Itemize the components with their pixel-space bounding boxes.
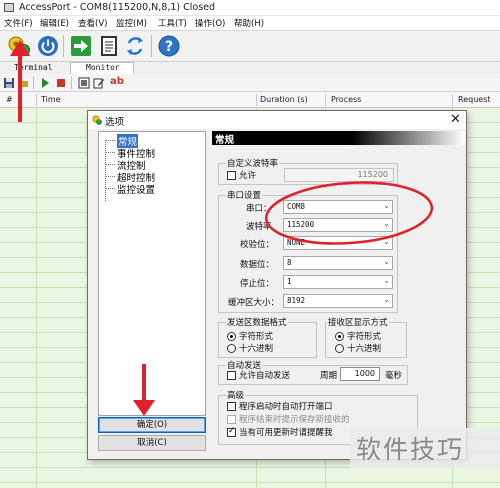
edit-icon[interactable] <box>93 77 105 89</box>
monitor-table-header: # Time Duration (s) Process Request <box>0 92 500 108</box>
send-char-label: 字符形式 <box>239 332 274 342</box>
power-icon[interactable] <box>36 34 60 58</box>
dialog-gear-icon <box>92 115 102 125</box>
custom-baud-group-label: 自定义波特率 <box>226 157 280 169</box>
recv-char-radio[interactable] <box>335 332 344 341</box>
col-header-time[interactable]: Time <box>41 95 61 104</box>
red-down-arrow-icon <box>133 364 155 416</box>
menu-operation[interactable]: 操作(O) <box>195 17 225 29</box>
ok-button[interactable]: 确定(O) <box>98 417 206 433</box>
recv-format-group-label: 接收区显示方式 <box>327 316 389 328</box>
grid-column-line <box>36 108 37 488</box>
cancel-button[interactable]: 取消(C) <box>98 435 206 451</box>
check-update-checkbox[interactable] <box>227 426 236 437</box>
main-toolbar: ? <box>0 30 500 62</box>
column-divider <box>325 94 326 106</box>
data-bits-value: 8 <box>287 258 292 267</box>
svg-text:?: ? <box>165 39 173 55</box>
stop-bits-select[interactable]: 1 ⌄ <box>283 275 393 289</box>
monitor-toolbar: ab <box>0 74 500 92</box>
auto-send-label: 允许自动发送 <box>239 371 291 381</box>
enter-arrow-icon[interactable] <box>69 34 93 58</box>
menu-monitor[interactable]: 监控(M) <box>116 17 147 29</box>
help-icon[interactable]: ? <box>157 34 181 58</box>
toolbar-separator <box>71 77 72 89</box>
section-header: 常规 <box>212 131 465 146</box>
watermark-text: 软件技巧 <box>356 435 465 464</box>
menu-view[interactable]: 查看(V) <box>78 17 107 29</box>
col-header-request[interactable]: Request <box>458 95 491 104</box>
recv-hex-radio[interactable] <box>335 344 344 353</box>
chevron-down-icon: ⌄ <box>383 276 390 285</box>
stop-icon[interactable] <box>56 77 66 89</box>
data-bits-label: 数据位： <box>240 260 275 270</box>
auto-send-checkbox[interactable] <box>227 371 236 380</box>
window-title: AccessPort - COM8(115200,N,8,1) Closed <box>19 2 216 13</box>
stop-bits-value: 1 <box>287 277 292 286</box>
stop-bits-label: 停止位： <box>240 279 275 289</box>
app-icon <box>4 3 14 12</box>
toolbar-separator <box>33 77 34 89</box>
view-tabs: Terminal Monitor <box>0 62 500 74</box>
highlight-ellipse <box>264 181 434 245</box>
title-bar: AccessPort - COM8(115200,N,8,1) Closed <box>0 0 500 16</box>
data-bits-select[interactable]: 8 ⌄ <box>283 256 393 270</box>
send-char-radio[interactable] <box>227 332 236 341</box>
swap-arrows-icon[interactable] <box>123 34 147 58</box>
col-header-duration[interactable]: Duration (s) <box>260 95 308 104</box>
period-input[interactable]: 1000 <box>340 367 380 381</box>
menu-help[interactable]: 帮助(H) <box>234 17 264 29</box>
buffer-size-value: 8192 <box>287 296 306 305</box>
dialog-title: 选项 <box>105 117 125 128</box>
column-divider <box>36 94 37 106</box>
menu-file[interactable]: 文件(F) <box>4 17 33 29</box>
close-icon[interactable]: ✕ <box>450 112 461 127</box>
custom-baud-checkbox[interactable] <box>227 171 236 180</box>
document-icon[interactable] <box>97 34 121 58</box>
menu-edit[interactable]: 编辑(E) <box>40 17 69 29</box>
open-on-start-label: 程序启动时自动打开端口 <box>239 402 333 412</box>
buffer-size-select[interactable]: 8192 ⌄ <box>283 294 393 308</box>
serial-settings-group-label: 串口设置 <box>226 189 263 201</box>
send-hex-radio[interactable] <box>227 344 236 353</box>
custom-baud-allow-label: 允许 <box>239 171 257 181</box>
dialog-title-bar: 选项 ✕ <box>88 111 466 129</box>
tree-line <box>105 140 106 201</box>
red-up-arrow-icon <box>10 40 30 122</box>
watermark: 软件技巧 <box>350 428 500 468</box>
prompt-on-exit-checkbox[interactable] <box>227 415 236 424</box>
tree-item-label: 监控设置 <box>117 185 156 196</box>
tree-stub <box>105 140 115 141</box>
toolbar-separator <box>151 35 152 57</box>
open-on-start-checkbox[interactable] <box>227 402 236 411</box>
toolbar-separator <box>63 35 64 57</box>
tree-stub <box>105 176 115 177</box>
menu-bar: 文件(F) 编辑(E) 查看(V) 监控(M) 工具(T) 操作(O) 帮助(H… <box>0 16 500 30</box>
tree-stub <box>105 152 115 153</box>
tab-monitor[interactable]: Monitor <box>86 63 120 72</box>
capture-icon[interactable] <box>78 77 90 89</box>
menu-tools[interactable]: 工具(T) <box>158 17 187 29</box>
send-hex-label: 十六进制 <box>239 344 274 354</box>
period-unit: 毫秒 <box>385 371 403 381</box>
tree-stub <box>105 164 115 165</box>
buffer-size-label: 缓冲区大小： <box>228 298 280 308</box>
period-label: 周期 <box>320 371 338 381</box>
play-icon[interactable] <box>40 77 50 89</box>
col-header-process[interactable]: Process <box>331 95 361 104</box>
recv-hex-label: 十六进制 <box>347 344 382 354</box>
send-format-group-label: 发送区数据格式 <box>226 316 288 328</box>
chevron-down-icon: ⌄ <box>383 295 390 304</box>
chevron-down-icon: ⌄ <box>383 257 390 266</box>
tree-stub <box>105 188 115 189</box>
ab-find-button[interactable]: ab <box>110 76 124 88</box>
check-update-label: 当有可用更新时请提醒我 <box>239 428 333 438</box>
prompt-on-exit-label: 程序结束时提示保存新接收的 <box>239 415 350 425</box>
recv-char-label: 字符形式 <box>347 332 382 342</box>
column-divider <box>452 94 453 106</box>
column-divider <box>256 94 257 106</box>
section-title: 常规 <box>215 135 235 146</box>
